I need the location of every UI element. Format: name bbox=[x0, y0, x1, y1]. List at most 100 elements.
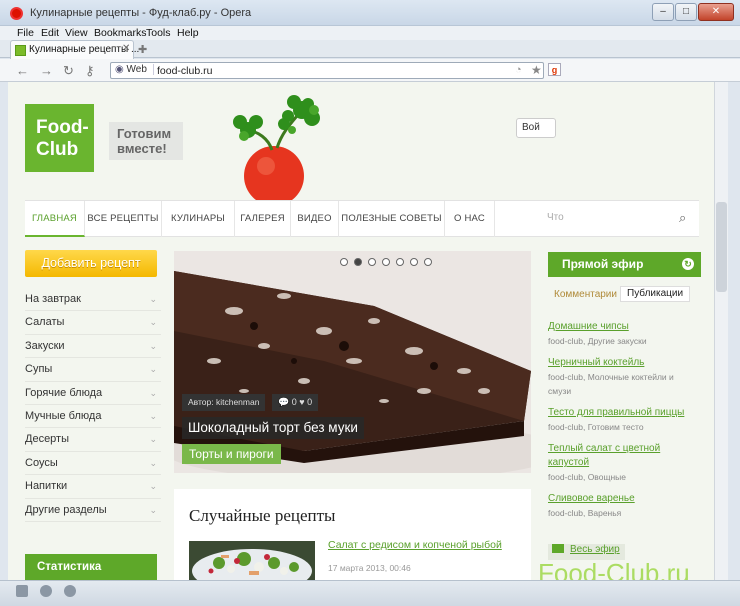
category-label: Напитки bbox=[25, 480, 68, 493]
nav-useful-tips[interactable]: ПОЛЕЗНЫЕ СОВЕТЫ bbox=[339, 201, 445, 237]
key-icon[interactable]: ⚷ bbox=[85, 63, 95, 79]
page-viewport: Food- Club Готовим вместе! Вой ГЛАВНАЯ В… bbox=[8, 82, 714, 580]
nav-video[interactable]: ВИДЕО bbox=[291, 201, 339, 237]
web-label: Web bbox=[126, 64, 147, 75]
logo-line2: Club bbox=[36, 139, 79, 160]
status-bar bbox=[0, 580, 740, 606]
category-hot-dishes[interactable]: Горячие блюда ⌄ bbox=[25, 382, 161, 405]
category-other[interactable]: Другие разделы ⌄ bbox=[25, 499, 161, 522]
maximize-button[interactable]: □ bbox=[675, 3, 697, 21]
category-pastry[interactable]: Мучные блюда ⌄ bbox=[25, 405, 161, 429]
chevron-down-icon: ⌄ bbox=[149, 340, 157, 351]
site-favicon-icon bbox=[15, 45, 26, 56]
featured-slider[interactable]: Автор: kitchenman 💬 0 ♥ 0 Шоколадный тор… bbox=[174, 251, 531, 473]
category-soups[interactable]: Супы ⌄ bbox=[25, 358, 161, 382]
live-item-link[interactable]: Домашние чипсы bbox=[548, 320, 698, 334]
google-search-icon[interactable]: g bbox=[548, 63, 561, 76]
salad-thumbnail[interactable] bbox=[189, 541, 315, 580]
refresh-icon[interactable]: ↻ bbox=[682, 258, 694, 270]
category-drinks[interactable]: Напитки ⌄ bbox=[25, 475, 161, 499]
slider-dot[interactable] bbox=[410, 258, 418, 266]
slider-dots bbox=[340, 257, 438, 269]
category-salads[interactable]: Салаты ⌄ bbox=[25, 311, 161, 335]
web-badge[interactable]: ◉ Web bbox=[115, 64, 154, 75]
add-recipe-button[interactable]: Добавить рецепт bbox=[25, 250, 157, 277]
category-label: Горячие блюда bbox=[25, 386, 103, 399]
nav-all-recipes[interactable]: ВСЕ РЕЦЕПТЫ bbox=[85, 201, 162, 237]
address-field[interactable]: ◉ Web food-club.ru ◔ ★ bbox=[110, 62, 544, 79]
tab-comments[interactable]: Комментарии bbox=[554, 288, 617, 301]
menu-view[interactable]: View bbox=[65, 27, 88, 39]
nav-cooks[interactable]: КУЛИНАРЫ bbox=[162, 201, 235, 237]
live-item-link[interactable]: Теплый салат с цветной капустой bbox=[548, 442, 698, 470]
slide-title[interactable]: Шоколадный торт без муки bbox=[182, 417, 364, 439]
heart-icon: ♥ bbox=[299, 397, 305, 407]
tab-food-club[interactable]: Кулинарные рецепты ... ✕ bbox=[10, 40, 139, 59]
slider-dot[interactable] bbox=[354, 258, 362, 266]
nav-home[interactable]: ГЛАВНАЯ bbox=[25, 201, 85, 237]
reload-icon[interactable]: ↻ bbox=[63, 63, 74, 79]
author-badge[interactable]: Автор: kitchenman bbox=[182, 394, 266, 411]
menu-help[interactable]: Help bbox=[177, 27, 199, 39]
category-label: Супы bbox=[25, 363, 53, 376]
category-sauces[interactable]: Соусы ⌄ bbox=[25, 452, 161, 476]
category-snacks[interactable]: Закуски ⌄ bbox=[25, 335, 161, 359]
category-breakfast[interactable]: На завтрак ⌄ bbox=[25, 288, 161, 312]
slider-dot[interactable] bbox=[396, 258, 404, 266]
live-item-link[interactable]: Тесто для правильной пиццы bbox=[548, 406, 698, 420]
slider-dot[interactable] bbox=[382, 258, 390, 266]
minimize-button[interactable]: – bbox=[652, 3, 674, 21]
site-logo[interactable]: Food- Club bbox=[25, 104, 94, 172]
site-search[interactable]: Что ⌕ bbox=[535, 201, 699, 237]
menu-edit[interactable]: Edit bbox=[41, 27, 59, 39]
globe-icon: ◉ bbox=[115, 64, 124, 75]
rss-icon[interactable]: ◔ bbox=[515, 64, 522, 76]
search-icon[interactable]: ⌕ bbox=[679, 210, 686, 226]
category-desserts[interactable]: Десерты ⌄ bbox=[25, 428, 161, 452]
opera-logo-icon[interactable] bbox=[10, 7, 23, 20]
menu-file[interactable]: File bbox=[17, 27, 34, 39]
live-item-link[interactable]: Черничный коктейль bbox=[548, 356, 698, 370]
slide-category[interactable]: Торты и пироги bbox=[182, 444, 281, 464]
close-button[interactable]: ✕ bbox=[698, 3, 734, 21]
tab-publications[interactable]: Публикации bbox=[620, 286, 691, 302]
forward-arrow-icon[interactable]: → bbox=[40, 63, 53, 78]
random-recipe-link[interactable]: Салат с редисом и копченой рыбой bbox=[328, 539, 502, 551]
statistics-header[interactable]: Статистика bbox=[25, 554, 157, 580]
live-feed-header: Прямой эфир ↻ bbox=[548, 252, 701, 277]
menu-bookmarks[interactable]: Bookmarks bbox=[94, 27, 147, 39]
bookmark-star-icon[interactable]: ★ bbox=[531, 63, 542, 77]
like-count: 0 bbox=[307, 397, 313, 407]
chevron-down-icon: ⌄ bbox=[149, 294, 157, 304]
back-arrow-icon[interactable]: ← bbox=[16, 63, 29, 78]
speed-dial-icon[interactable] bbox=[64, 585, 76, 597]
slider-dot[interactable] bbox=[340, 258, 348, 266]
category-label: Десерты bbox=[25, 433, 70, 446]
menu-tools[interactable]: Tools bbox=[146, 27, 171, 39]
scrollbar-thumb[interactable] bbox=[716, 202, 727, 292]
new-tab-icon[interactable]: ✚ bbox=[138, 43, 147, 56]
slider-dot[interactable] bbox=[424, 258, 432, 266]
nav-gallery[interactable]: ГАЛЕРЕЯ bbox=[235, 201, 291, 237]
random-recipes-panel: Случайные рецепты Салат с редисом и копч… bbox=[174, 489, 531, 580]
random-recipe-date: 17 марта 2013, 00:46 bbox=[328, 563, 411, 573]
category-label: На завтрак bbox=[25, 293, 81, 305]
live-item-meta: food-club, Молочные коктейли и смузи bbox=[548, 372, 674, 396]
category-label: Салаты bbox=[25, 316, 65, 329]
search-input[interactable]: Что bbox=[547, 212, 564, 223]
vertical-scrollbar[interactable] bbox=[714, 82, 728, 580]
panel-toggle-icon[interactable] bbox=[16, 585, 28, 597]
tab-close-icon[interactable]: ✕ bbox=[122, 43, 130, 54]
login-button[interactable]: Вой bbox=[516, 118, 556, 138]
url-text[interactable]: food-club.ru bbox=[157, 65, 212, 77]
chocolate-cake-image bbox=[174, 251, 531, 473]
category-label: Другие разделы bbox=[25, 503, 107, 516]
cloud-icon[interactable] bbox=[40, 585, 52, 597]
live-item-meta: food-club, Овощные bbox=[548, 472, 626, 482]
chevron-down-icon: ⌄ bbox=[149, 434, 157, 445]
live-item-meta: food-club, Готовим тесто bbox=[548, 422, 644, 432]
slider-dot[interactable] bbox=[368, 258, 376, 266]
nav-about[interactable]: О НАС bbox=[445, 201, 495, 237]
live-item-link[interactable]: Сливовое варенье bbox=[548, 492, 698, 506]
all-live-label: Весь эфир bbox=[570, 544, 620, 555]
